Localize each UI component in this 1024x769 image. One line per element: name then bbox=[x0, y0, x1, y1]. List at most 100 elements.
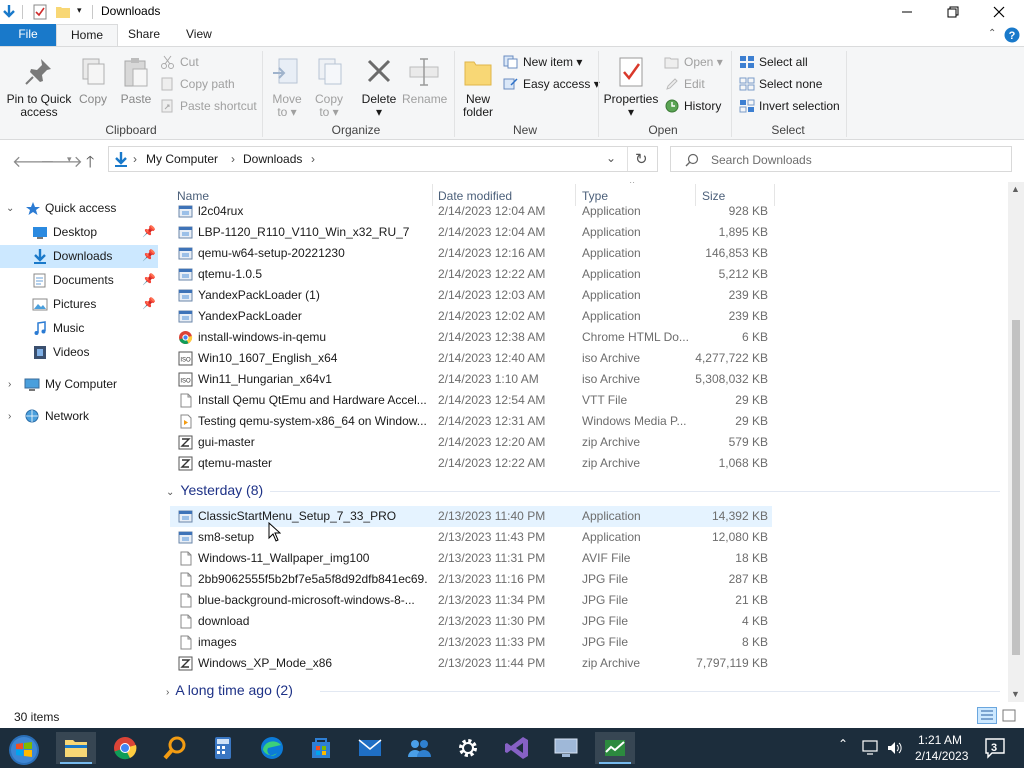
pin-icon[interactable]: 📌 bbox=[142, 293, 156, 316]
taskbar-task-manager-icon[interactable] bbox=[595, 732, 635, 764]
taskbar-mail-icon[interactable] bbox=[350, 732, 390, 764]
move-to-button[interactable]: Move to ▾ bbox=[268, 55, 306, 119]
cut-button[interactable]: Cut bbox=[160, 52, 199, 72]
start-button[interactable] bbox=[2, 732, 46, 765]
taskbar-chrome-icon[interactable] bbox=[105, 732, 145, 764]
paste-shortcut-button[interactable]: Paste shortcut bbox=[160, 96, 257, 116]
tab-view[interactable]: View bbox=[172, 24, 226, 46]
file-row[interactable]: ISO Win10_1607_English_x64 2/14/2023 12:40… bbox=[170, 348, 772, 369]
search-box[interactable]: Search Downloads bbox=[670, 146, 1012, 172]
file-row[interactable]: qtemu-1.0.5 2/14/2023 12:22 AM Application… bbox=[170, 264, 772, 285]
easy-access-button[interactable]: Easy access ▾ bbox=[503, 74, 600, 94]
taskbar-visual-studio-icon[interactable] bbox=[497, 732, 537, 764]
breadcrumb-separator[interactable]: › bbox=[133, 152, 137, 166]
network-tray-icon[interactable] bbox=[862, 740, 880, 759]
vertical-scrollbar[interactable]: ▲ ▼ bbox=[1008, 182, 1024, 702]
history-button[interactable]: History bbox=[664, 96, 721, 116]
taskbar-search-tool-icon[interactable] bbox=[154, 732, 194, 764]
delete-button[interactable]: Delete ▾ bbox=[358, 55, 400, 119]
file-row[interactable]: Windows-11_Wallpaper_img100 2/13/2023 11:… bbox=[170, 548, 772, 569]
nav-item-documents[interactable]: Documents 📌 bbox=[0, 269, 158, 292]
taskbar-store-icon[interactable] bbox=[301, 732, 341, 764]
file-row[interactable]: qtemu-master 2/14/2023 12:22 AM zip Archiv… bbox=[170, 453, 772, 474]
customize-qat-icon[interactable]: ▾ bbox=[77, 5, 82, 16]
copy-button[interactable]: Copy bbox=[76, 55, 110, 106]
pin-icon[interactable]: 📌 bbox=[142, 245, 156, 268]
file-row[interactable]: ClassicStartMenu_Setup_7_33_PRO 2/13/2023… bbox=[170, 506, 772, 527]
pin-icon[interactable]: 📌 bbox=[142, 221, 156, 244]
scroll-up-arrow-icon[interactable]: ▲ bbox=[1011, 184, 1020, 194]
breadcrumb-separator[interactable]: › bbox=[311, 152, 315, 166]
copy-path-button[interactable]: Copy path bbox=[160, 74, 235, 94]
invert-selection-button[interactable]: Invert selection bbox=[739, 96, 840, 116]
chevron-down-icon[interactable]: ⌄ bbox=[166, 487, 174, 498]
forward-arrow-icon[interactable]: 🡒 bbox=[40, 151, 83, 172]
file-row[interactable]: Testing qemu-system-x86_64 on Window... 2… bbox=[170, 411, 772, 432]
edit-button[interactable]: Edit bbox=[664, 74, 705, 94]
up-arrow-icon[interactable]: 🡑 bbox=[86, 151, 94, 178]
breadcrumb-downloads[interactable]: Downloads bbox=[243, 152, 302, 166]
tab-file[interactable]: File bbox=[0, 24, 56, 46]
breadcrumb-my-computer[interactable]: My Computer bbox=[146, 152, 218, 166]
down-arrow-icon[interactable] bbox=[2, 4, 16, 23]
scrollbar-thumb[interactable] bbox=[1012, 320, 1020, 655]
chevron-right-icon[interactable]: › bbox=[166, 687, 169, 698]
close-button[interactable] bbox=[976, 0, 1022, 24]
nav-item-network[interactable]: › Network bbox=[0, 405, 158, 428]
show-hidden-icons-icon[interactable]: ⌃ bbox=[838, 737, 848, 751]
select-all-button[interactable]: Select all bbox=[739, 52, 808, 72]
address-bar[interactable]: › My Computer › Downloads › ⌄ ↻ bbox=[108, 146, 658, 172]
action-center-button[interactable]: 3 bbox=[980, 734, 1010, 762]
open-button[interactable]: Open ▾ bbox=[664, 52, 723, 72]
recent-locations-icon[interactable]: ▾ bbox=[67, 154, 72, 165]
scroll-down-arrow-icon[interactable]: ▼ bbox=[1011, 689, 1020, 699]
new-folder-qat-icon[interactable] bbox=[56, 5, 70, 21]
file-row[interactable]: gui-master 2/14/2023 12:20 AM zip Archive 5… bbox=[170, 432, 772, 453]
copy-to-button[interactable]: Copy to ▾ bbox=[310, 55, 348, 119]
volume-tray-icon[interactable] bbox=[886, 740, 904, 759]
file-row[interactable]: install-windows-in-qemu 2/14/2023 12:38 A… bbox=[170, 327, 772, 348]
file-row[interactable]: images 2/13/2023 11:33 PM JPG File 8 KB bbox=[170, 632, 772, 653]
address-history-dropdown-icon[interactable]: ⌄ bbox=[606, 151, 616, 165]
nav-item-desktop[interactable]: Desktop 📌 bbox=[0, 221, 158, 244]
file-row[interactable]: Install Qemu QtEmu and Hardware Accel...… bbox=[170, 390, 772, 411]
restore-button[interactable] bbox=[930, 0, 976, 24]
pin-to-quick-access-button[interactable]: Pin to Quick access bbox=[4, 55, 74, 119]
help-icon[interactable]: ? bbox=[1004, 27, 1020, 46]
chevron-right-icon[interactable]: › bbox=[8, 373, 11, 396]
rename-button[interactable]: Rename bbox=[402, 55, 447, 106]
nav-item-downloads[interactable]: Downloads 📌 bbox=[0, 245, 158, 268]
properties-qat-icon[interactable] bbox=[33, 4, 47, 23]
file-row[interactable]: blue-background-microsoft-windows-8-... 2… bbox=[170, 590, 772, 611]
minimize-button[interactable] bbox=[884, 0, 930, 24]
group-header-long-ago[interactable]: › A long time ago (2) bbox=[166, 680, 293, 700]
taskbar-people-icon[interactable] bbox=[399, 732, 439, 764]
large-icons-view-icon[interactable] bbox=[1001, 708, 1017, 726]
tab-share[interactable]: Share bbox=[114, 24, 174, 46]
details-view-icon[interactable] bbox=[977, 707, 997, 724]
taskbar-remote-desktop-icon[interactable] bbox=[546, 732, 586, 764]
select-none-button[interactable]: Select none bbox=[739, 74, 822, 94]
nav-item-pictures[interactable]: Pictures 📌 bbox=[0, 293, 158, 316]
paste-button[interactable]: Paste bbox=[118, 55, 154, 106]
taskbar-edge-icon[interactable] bbox=[252, 732, 292, 764]
taskbar-settings-gear-icon[interactable] bbox=[448, 732, 488, 764]
file-row[interactable]: YandexPackLoader (1) 2/14/2023 12:03 AM Ap… bbox=[170, 285, 772, 306]
nav-item-quick-access[interactable]: ⌄ Quick access bbox=[0, 197, 158, 220]
nav-item-my-computer[interactable]: › My Computer bbox=[0, 373, 158, 396]
file-row[interactable]: l2c04rux 2/14/2023 12:04 AM Application 928… bbox=[170, 201, 772, 222]
collapse-ribbon-icon[interactable]: ⌃ bbox=[988, 28, 996, 39]
new-folder-button[interactable]: New folder bbox=[458, 55, 498, 119]
file-row[interactable]: qemu-w64-setup-20221230 2/14/2023 12:16 A… bbox=[170, 243, 772, 264]
taskbar-calculator-icon[interactable] bbox=[203, 732, 243, 764]
file-row[interactable]: download 2/13/2023 11:30 PM JPG File 4 KB bbox=[170, 611, 772, 632]
nav-item-music[interactable]: Music bbox=[0, 317, 158, 340]
file-row[interactable]: 2bb9062555f5b2bf7e5a5f8d92dfb841ec69... 2… bbox=[170, 569, 772, 590]
file-row[interactable]: LBP-1120_R110_V110_Win_x32_RU_7 2/14/2023… bbox=[170, 222, 772, 243]
pin-icon[interactable]: 📌 bbox=[142, 269, 156, 292]
file-row[interactable]: sm8-setup 2/13/2023 11:43 PM Application 12… bbox=[170, 527, 772, 548]
chevron-down-icon[interactable]: ⌄ bbox=[6, 197, 14, 220]
file-row[interactable]: YandexPackLoader 2/14/2023 12:02 AM Applic… bbox=[170, 306, 772, 327]
file-row[interactable]: Windows_XP_Mode_x86 2/13/2023 11:44 PM zip… bbox=[170, 653, 772, 674]
group-header-yesterday[interactable]: ⌄ Yesterday (8) bbox=[166, 480, 263, 500]
